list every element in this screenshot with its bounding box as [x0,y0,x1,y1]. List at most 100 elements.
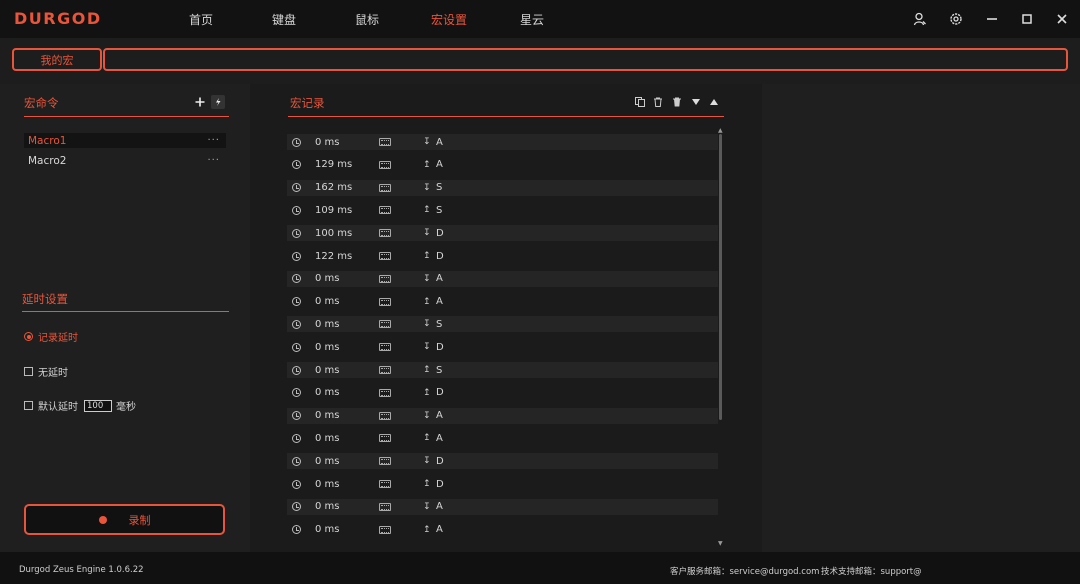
key-name: A [436,136,443,148]
radio-selected-icon[interactable] [24,332,33,341]
record-row[interactable]: 0 ms ↥ D [287,385,718,401]
macro-item-label: Macro1 [28,134,67,147]
move-up-icon[interactable] [708,96,720,108]
more-options-icon[interactable]: ··· [207,155,220,166]
key-name: D [436,455,444,467]
delay-settings-title: 延时设置 [22,292,68,306]
key-name: S [436,318,443,330]
key-direction-icon: ↥ [423,251,431,261]
keyboard-icon [379,297,391,306]
nav-keyboard[interactable]: 键盘 [272,11,296,28]
record-row[interactable]: 129 ms ↥ A [287,157,718,173]
record-row[interactable]: 100 ms ↧ D [287,225,718,242]
divider [22,311,229,312]
record-row[interactable]: 0 ms ↧ A [287,498,718,515]
clock-icon [292,433,301,443]
key-direction-icon: ↧ [423,137,431,147]
key-direction-icon: ↧ [423,501,431,512]
engine-version: Durgod Zeus Engine 1.0.6.22 [19,565,144,575]
tab-my-macros[interactable]: 我的宏 [12,48,102,71]
nav-nebula[interactable]: 星云 [520,11,544,28]
clock-icon [292,297,301,307]
record-row[interactable]: 0 ms ↧ A [287,407,718,424]
clock-icon [292,479,301,489]
clock-icon [292,137,301,147]
record-row[interactable]: 0 ms ↧ D [287,453,718,470]
delete-icon[interactable] [652,96,664,108]
record-row[interactable]: 0 ms ↥ A [287,522,718,538]
no-delay-option[interactable]: 无延时 [24,364,68,379]
macro-item-1[interactable]: Macro1 ··· [24,133,226,148]
key-name: A [436,524,443,536]
macro-name-bar[interactable] [103,48,1068,71]
clock-icon [292,411,301,421]
default-delay-input[interactable] [84,399,112,412]
record-row[interactable]: 0 ms ↧ A [287,270,718,287]
right-panel [762,84,1080,552]
more-options-icon[interactable]: ··· [207,135,220,146]
settings-icon[interactable] [946,9,966,29]
keyboard-icon [379,388,391,397]
key-name: A [436,273,443,285]
delay-value: 0 ms [315,432,340,444]
key-name: S [436,364,443,376]
scroll-up-icon[interactable]: ▲ [718,127,723,134]
clock-icon [292,388,301,398]
record-row[interactable]: 0 ms ↧ S [287,316,718,333]
default-delay-option[interactable]: 默认延时 毫秒 [24,398,136,413]
delay-value: 0 ms [315,341,340,353]
delete-all-icon[interactable] [671,96,683,108]
record-row[interactable]: 109 ms ↥ S [287,202,718,218]
record-row[interactable]: 0 ms ↥ A [287,430,718,446]
delay-value: 0 ms [315,296,340,308]
clock-icon [292,274,301,284]
keyboard-icon [379,457,391,466]
record-row[interactable]: 0 ms ↥ A [287,294,718,310]
checkbox-icon[interactable] [24,401,33,410]
divider [288,116,724,117]
record-row[interactable]: 162 ms ↧ S [287,179,718,196]
delay-unit-label: 毫秒 [116,402,136,413]
record-row[interactable]: 0 ms ↥ D [287,476,718,492]
macro-item-2[interactable]: Macro2 ··· [24,153,226,168]
user-icon[interactable] [910,9,930,29]
delay-value: 0 ms [315,455,340,467]
copy-icon[interactable] [634,96,646,108]
scrollbar-thumb[interactable] [719,134,722,420]
delay-value: 0 ms [315,136,340,148]
nav-home[interactable]: 首页 [189,11,213,28]
key-direction-icon: ↧ [423,410,431,421]
key-name: A [436,159,443,171]
keyboard-icon [379,366,391,374]
delay-value: 0 ms [315,318,340,330]
keyboard-icon [379,183,391,192]
move-down-icon[interactable] [690,96,702,108]
key-direction-icon: ↥ [423,205,431,216]
key-direction-icon: ↥ [423,387,431,398]
record-row[interactable]: 122 ms ↥ D [287,248,718,264]
record-row[interactable]: 0 ms ↧ D [287,339,718,355]
add-macro-icon[interactable] [193,95,207,109]
close-icon[interactable] [1052,9,1072,29]
key-name: D [436,478,444,490]
checkbox-icon[interactable] [24,367,33,376]
maximize-icon[interactable] [1017,9,1037,29]
record-button[interactable]: 录制 [24,504,225,535]
key-direction-icon: ↥ [423,479,431,489]
record-delay-option[interactable]: 记录延时 [24,329,78,344]
minimize-icon[interactable] [982,9,1002,29]
clock-icon [292,251,301,261]
import-macro-icon[interactable] [211,95,225,109]
record-row[interactable]: 0 ms ↥ S [287,362,718,378]
key-name: D [436,387,444,399]
key-direction-icon: ↥ [423,365,431,375]
clock-icon [292,456,301,466]
no-delay-label: 无延时 [38,368,68,379]
key-direction-icon: ↥ [423,159,431,170]
key-name: A [436,432,443,444]
record-row[interactable]: 0 ms ↧ A [287,134,718,150]
scroll-down-icon[interactable]: ▼ [718,540,723,547]
nav-mouse[interactable]: 鼠标 [355,11,379,28]
key-direction-icon: ↥ [423,433,431,444]
nav-macro-settings[interactable]: 宏设置 [431,11,467,28]
